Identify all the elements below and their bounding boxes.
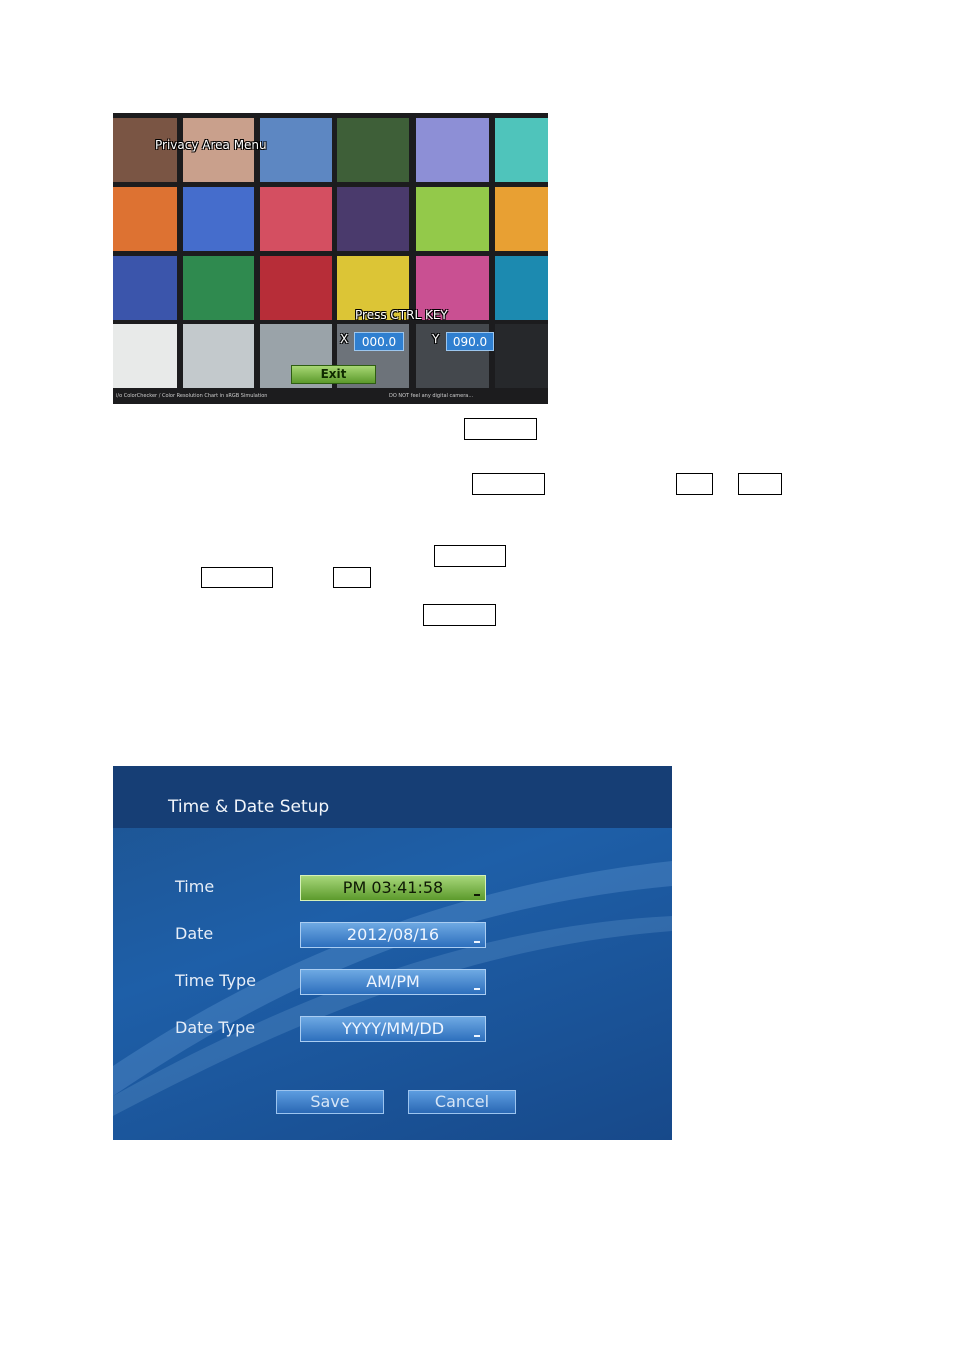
time-type-label: Time Type	[175, 971, 256, 990]
color-patch	[183, 187, 254, 251]
dropdown-marker-icon	[474, 1035, 480, 1037]
save-button[interactable]: Save	[276, 1090, 384, 1114]
key-box	[423, 604, 496, 626]
color-patch	[113, 256, 177, 320]
key-box	[201, 567, 273, 588]
key-box	[464, 418, 537, 440]
date-field[interactable]: 2012/08/16	[300, 922, 486, 948]
privacy-menu-title: Privacy Area Menu	[155, 138, 267, 152]
color-patch	[113, 324, 177, 388]
color-patch	[113, 187, 177, 251]
key-box	[676, 473, 713, 495]
date-type-label: Date Type	[175, 1018, 256, 1037]
privacy-area-menu-screen: Privacy Area Menu Press CTRL KEY X 000.0…	[113, 113, 548, 404]
color-patch	[260, 187, 332, 251]
x-coordinate-label: X	[340, 332, 349, 346]
edit-marker-icon	[474, 941, 480, 943]
y-coordinate-value[interactable]: 090.0	[446, 332, 494, 351]
time-date-setup-screen: Time & Date Setup Time PM 03:41:58 Date …	[113, 766, 672, 1140]
ctrl-key-prompt: Press CTRL KEY	[355, 308, 448, 322]
exit-button[interactable]: Exit	[291, 365, 376, 384]
color-patch	[337, 187, 409, 251]
key-box	[472, 473, 545, 495]
chart-notice: DO NOT feel any digital camera...	[389, 393, 474, 399]
time-value: PM 03:41:58	[342, 878, 444, 897]
chart-caption: i/o ColorChecker / Color Resolution Char…	[116, 393, 268, 399]
color-patch	[416, 118, 489, 182]
color-patch	[260, 118, 332, 182]
x-coordinate-value[interactable]: 000.0	[354, 332, 404, 351]
color-patch	[260, 256, 332, 320]
color-patch	[416, 187, 489, 251]
color-patch	[495, 324, 548, 388]
time-field[interactable]: PM 03:41:58	[300, 875, 486, 901]
key-box	[333, 567, 371, 588]
date-value: 2012/08/16	[346, 925, 440, 944]
date-type-select[interactable]: YYYY/MM/DD	[300, 1016, 486, 1042]
date-label: Date	[175, 924, 214, 943]
time-label: Time	[175, 877, 215, 896]
color-patch	[337, 118, 409, 182]
edit-marker-icon	[474, 894, 480, 896]
time-type-select[interactable]: AM/PM	[300, 969, 486, 995]
color-patch	[495, 118, 548, 182]
date-type-value: YYYY/MM/DD	[341, 1019, 445, 1038]
key-box	[738, 473, 782, 495]
header-bar: Time & Date Setup	[113, 766, 672, 828]
key-box	[434, 545, 506, 567]
time-type-value: AM/PM	[366, 972, 420, 991]
color-patch	[183, 324, 254, 388]
dropdown-marker-icon	[474, 988, 480, 990]
page-title: Time & Date Setup	[168, 797, 330, 817]
color-patch	[495, 256, 548, 320]
color-patch	[183, 256, 254, 320]
y-coordinate-label: Y	[432, 332, 440, 346]
cancel-button[interactable]: Cancel	[408, 1090, 516, 1114]
color-patch	[495, 187, 548, 251]
